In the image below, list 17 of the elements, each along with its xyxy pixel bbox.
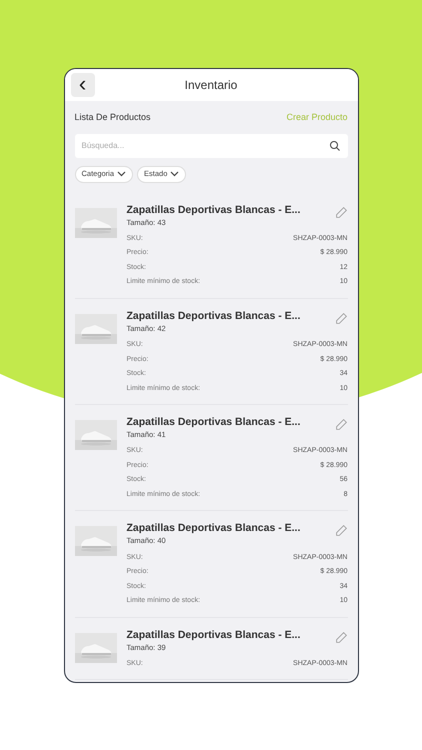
pencil-icon[interactable] [334,206,348,218]
screen-title: Inventario [184,77,238,94]
pencil-icon[interactable] [334,312,348,325]
pencil-icon[interactable] [334,630,348,644]
pencil-icon[interactable] [334,524,348,538]
product-name: Zapatillas Deportivas Blancas - E... [126,628,300,642]
chevron-down-icon [170,171,180,177]
product-name: Zapatillas Deportivas Blancas - E... [126,415,300,430]
product-name: Zapatillas Deportivas Blancas - E... [126,521,300,536]
search-field[interactable]: Búsqueda... [74,134,348,158]
product-name: Zapatillas Deportivas Blancas - E... [126,308,300,324]
chevron-down-icon [117,171,126,177]
list-title: Lista De Productos [74,111,151,124]
search-icon [328,140,340,152]
pencil-icon[interactable] [334,418,348,431]
back-button[interactable]: ‹ [70,73,94,97]
product-name: Zapatillas Deportivas Blancas - E... [126,202,300,218]
